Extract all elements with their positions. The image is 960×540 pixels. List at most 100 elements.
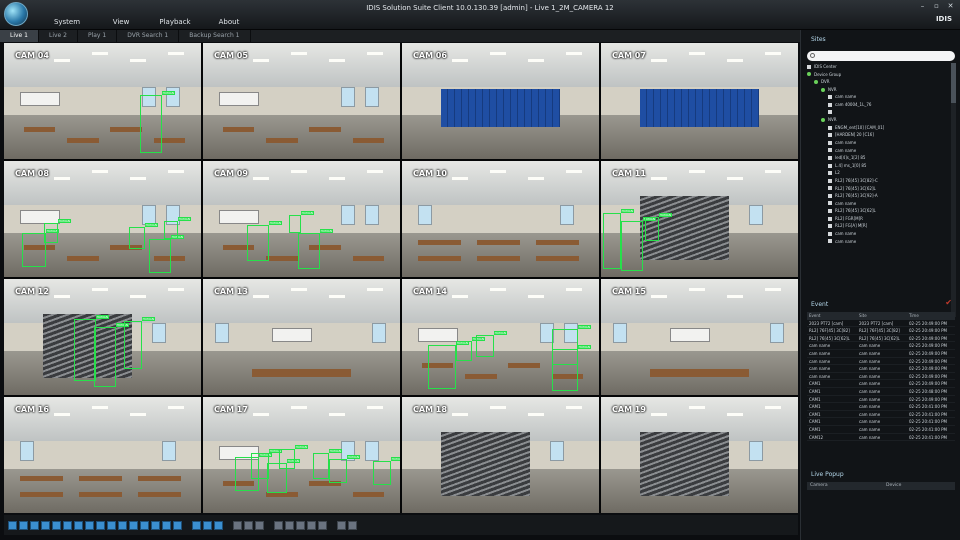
tree-item[interactable]: RL2] 76[45] 3C[82]-C — [807, 177, 949, 185]
tree-item[interactable]: RL2] FG[A] M[R] — [807, 222, 949, 230]
camera-tile[interactable]: CAM 19 — [601, 397, 798, 513]
table-row[interactable]: CAM1 cam name 02-25 20:41:00 PM — [807, 418, 955, 426]
tree-item[interactable]: Device Group — [807, 71, 949, 79]
layout-icon[interactable] — [192, 520, 201, 530]
menu-system[interactable]: System — [40, 15, 94, 29]
tree-item[interactable]: cam name — [807, 230, 949, 238]
camera-tile[interactable]: CAM 08 HUMAN HUMAN HUMAN HUMAN HUMAN — [4, 161, 201, 277]
column-device[interactable]: Device — [883, 482, 955, 490]
camera-tile[interactable]: CAM 04 HUMAN — [4, 43, 201, 159]
tree-item[interactable]: L.4] ms_1[0] 85 — [807, 162, 949, 170]
tree-item[interactable]: led[4]s_1[2] 85 — [807, 154, 949, 162]
tool-icon[interactable] — [244, 520, 253, 530]
layout-icon[interactable] — [41, 520, 50, 530]
menu-about[interactable]: About — [202, 15, 256, 29]
camera-tile[interactable]: CAM 05 — [203, 43, 400, 159]
tool-icon[interactable] — [318, 520, 327, 530]
tool-icon[interactable] — [307, 520, 316, 530]
site-tree-scrollbar[interactable] — [951, 63, 956, 317]
camera-tile[interactable]: CAM 16 — [4, 397, 201, 513]
tree-item[interactable]: [HARDEN] 20 [C16] — [807, 131, 949, 139]
tree-item[interactable]: cam 40004_1L_76 — [807, 101, 949, 109]
table-row[interactable]: CAM1 cam name 02-25 20:49:00 PM — [807, 396, 955, 404]
camera-tile[interactable]: CAM 10 — [402, 161, 599, 277]
tree-item[interactable]: cam name — [807, 238, 949, 246]
tool-icon[interactable] — [233, 520, 242, 530]
tree-item[interactable]: RL2] FGR[M]R — [807, 215, 949, 223]
table-row[interactable]: CAM1 cam name 02-25 20:41:00 PM — [807, 426, 955, 434]
tree-item[interactable]: cam name — [807, 200, 949, 208]
table-row[interactable]: RL2] 76F[45] 3C[82] RL2] 76F[45] 3C[82] 02… — [807, 327, 955, 335]
tool-icon[interactable] — [255, 520, 264, 530]
tree-item[interactable]: DVR — [807, 78, 949, 86]
tree-item[interactable]: NVR — [807, 116, 949, 124]
layout-icon[interactable] — [140, 520, 149, 530]
tool-icon[interactable] — [285, 520, 294, 530]
column-camera[interactable]: Camera — [807, 482, 883, 490]
camera-tile[interactable]: CAM 06 — [402, 43, 599, 159]
table-row[interactable]: cam name cam name 02-25 20:49:00 PM — [807, 350, 955, 358]
camera-tile[interactable]: CAM 18 — [402, 397, 599, 513]
table-row[interactable]: CAM1 cam name 02-25 20:41:00 PM — [807, 411, 955, 419]
tab-live-1[interactable]: Live 1 — [0, 30, 39, 42]
layout-icon[interactable] — [173, 520, 182, 530]
tab-play-1[interactable]: Play 1 — [78, 30, 118, 42]
table-row[interactable]: CAM12 cam name 02-25 20:41:00 PM — [807, 434, 955, 442]
camera-tile[interactable]: CAM 14 HUMAN HUMAN HUMAN HUMAN HUMAN — [402, 279, 599, 395]
layout-icon[interactable] — [30, 520, 39, 530]
camera-tile[interactable]: CAM 15 — [601, 279, 798, 395]
tool-icon[interactable] — [296, 520, 305, 530]
maximize-button[interactable]: ▫ — [931, 2, 942, 11]
tree-item[interactable]: L2 — [807, 169, 949, 177]
close-button[interactable]: ✕ — [945, 2, 956, 11]
layout-icon[interactable] — [107, 520, 116, 530]
layout-icon[interactable] — [129, 520, 138, 530]
tree-item[interactable]: cam name — [807, 139, 949, 147]
layout-icon[interactable] — [74, 520, 83, 530]
tool-icon[interactable] — [274, 520, 283, 530]
camera-tile[interactable]: CAM 11 HUMAN HUMAN HUMAN — [601, 161, 798, 277]
tree-item[interactable]: RL2] 76[45] 3C[62]L — [807, 185, 949, 193]
layout-icon[interactable] — [19, 520, 28, 530]
tree-item[interactable]: NVR — [807, 86, 949, 94]
tree-item[interactable]: ENGM_ent[10] [CAM_01] — [807, 124, 949, 132]
table-row[interactable]: CAM1 cam name 02-25 20:41:00 PM — [807, 403, 955, 411]
tool-icon[interactable] — [337, 520, 346, 530]
app-logo-icon[interactable] — [4, 2, 28, 26]
tab-backup-search-1[interactable]: Backup Search 1 — [179, 30, 251, 42]
layout-icon[interactable] — [96, 520, 105, 530]
alarm-icon[interactable]: ✔ — [945, 298, 952, 307]
table-row[interactable]: cam name cam name 02-25 20:49:00 PM — [807, 358, 955, 366]
table-row[interactable]: CAM1 cam name 02-25 20:48:00 PM — [807, 388, 955, 396]
layout-icon[interactable] — [52, 520, 61, 530]
layout-icon[interactable] — [203, 520, 212, 530]
layout-icon[interactable] — [162, 520, 171, 530]
table-row[interactable]: CAM1 cam name 02-25 20:49:00 PM — [807, 380, 955, 388]
layout-icon[interactable] — [63, 520, 72, 530]
camera-tile[interactable]: CAM 09 HUMAN HUMAN HUMAN — [203, 161, 400, 277]
layout-icon[interactable] — [151, 520, 160, 530]
camera-tile[interactable]: CAM 17HUMANHUMANHUMANHUMANHUMANHUMANHUMA… — [203, 397, 400, 513]
scrollbar-thumb[interactable] — [951, 63, 956, 103]
camera-tile[interactable]: CAM 07 — [601, 43, 798, 159]
camera-tile[interactable]: CAM 12 HUMAN HUMAN HUMAN — [4, 279, 201, 395]
menu-view[interactable]: View — [94, 15, 148, 29]
layout-icon[interactable] — [214, 520, 223, 530]
column-event[interactable]: Event — [807, 312, 857, 320]
tree-item[interactable]: RL2] 76[45] 3C[92]-A — [807, 192, 949, 200]
column-time[interactable]: Time — [907, 312, 955, 320]
camera-tile[interactable]: CAM 13 — [203, 279, 400, 395]
tool-icon[interactable] — [348, 520, 357, 530]
table-row[interactable]: 2023 PT72 [cam] 2023 PT72 [cam] 02-25 20:4… — [807, 320, 955, 328]
table-row[interactable]: RL2] 76[45] 3C[62]L RL2] 76[45] 3C[62]L 02… — [807, 335, 955, 343]
column-site[interactable]: Site — [857, 312, 907, 320]
tab-live-2[interactable]: Live 2 — [39, 30, 78, 42]
layout-icon[interactable] — [8, 520, 17, 530]
table-row[interactable]: cam name cam name 02-25 20:49:00 PM — [807, 373, 955, 381]
tree-item[interactable]: cam name — [807, 93, 949, 101]
layout-icon[interactable] — [118, 520, 127, 530]
table-row[interactable]: cam name cam name 02-25 20:49:00 PM — [807, 365, 955, 373]
tree-item[interactable]: cam name — [807, 147, 949, 155]
minimize-button[interactable]: – — [917, 2, 928, 11]
tab-dvr-search-1[interactable]: DVR Search 1 — [117, 30, 180, 42]
